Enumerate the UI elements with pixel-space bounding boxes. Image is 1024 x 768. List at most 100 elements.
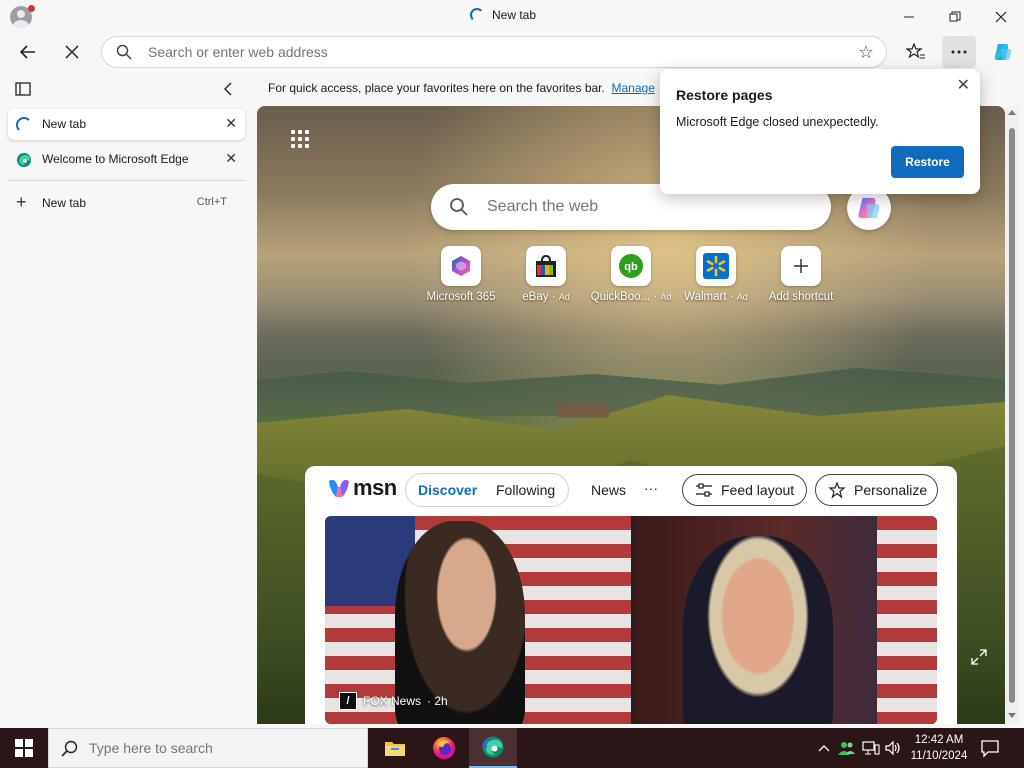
clock-date: 11/10/2024 xyxy=(910,750,968,762)
divider xyxy=(8,180,245,181)
manage-favorites-link[interactable]: Manage xyxy=(612,81,655,95)
shortcut-walmart[interactable]: Walmart · Ad xyxy=(673,246,759,308)
news-source: / FOX News · 2h xyxy=(339,692,448,710)
news-card[interactable]: / FOX News · 2h xyxy=(325,516,937,724)
file-explorer-taskbar-button[interactable] xyxy=(371,728,419,768)
msn-butterfly-icon xyxy=(329,479,349,497)
title-bar: New tab xyxy=(0,0,1024,33)
favorites-star-list-icon xyxy=(906,43,925,59)
vertical-tabs-sidebar: New tab ✕ Welcome to Microsoft Edge ✕ + … xyxy=(0,71,253,728)
back-button[interactable] xyxy=(11,36,45,68)
close-dialog-icon[interactable]: ✕ xyxy=(957,75,970,95)
taskbar-search-box[interactable] xyxy=(48,728,368,768)
new-tab-label: New tab xyxy=(42,196,87,210)
add-favorite-star-icon[interactable]: ☆ xyxy=(858,42,874,63)
quickbooks-icon: qb xyxy=(611,246,651,286)
minimize-button[interactable] xyxy=(886,0,932,33)
new-tab-page: Microsoft 365 eBay · Ad qb QuickBoo... ·… xyxy=(257,106,1005,724)
system-clock[interactable]: 12:42 AM 11/10/2024 xyxy=(906,732,972,764)
show-hidden-icons-chevron-icon[interactable] xyxy=(814,738,834,758)
shortcut-microsoft-365[interactable]: Microsoft 365 xyxy=(418,246,504,308)
network-icon[interactable] xyxy=(861,738,881,758)
firefox-icon xyxy=(433,737,455,759)
close-tab-icon[interactable]: ✕ xyxy=(225,115,237,132)
add-shortcut-button[interactable]: Add shortcut xyxy=(758,246,844,308)
copilot-icon xyxy=(858,197,880,219)
shortcut-label: Walmart · Ad xyxy=(684,291,748,303)
stop-loading-button[interactable] xyxy=(55,36,89,68)
shortcut-ebay[interactable]: eBay · Ad xyxy=(503,246,589,308)
page-scrollbar[interactable] xyxy=(1005,106,1019,724)
close-icon xyxy=(995,11,1007,22)
walmart-spark-icon xyxy=(696,246,736,286)
news-photo-right xyxy=(633,516,937,724)
more-dots-icon xyxy=(951,50,967,54)
tab-following[interactable]: Following xyxy=(496,482,555,498)
tab-new-tab[interactable]: New tab ✕ xyxy=(8,109,245,140)
back-arrow-icon xyxy=(19,45,35,59)
firefox-taskbar-button[interactable] xyxy=(420,728,468,768)
taskbar-search-input[interactable] xyxy=(89,729,359,767)
search-icon xyxy=(116,44,132,60)
address-bar[interactable]: ☆ xyxy=(101,36,887,68)
favorites-hint-text: For quick access, place your favorites h… xyxy=(268,81,605,95)
fox-news-logo-icon: / xyxy=(339,692,357,710)
edge-taskbar-button[interactable] xyxy=(469,728,517,768)
window-title: New tab xyxy=(492,8,537,22)
shortcut-label: eBay · Ad xyxy=(522,291,570,303)
close-tab-icon[interactable]: ✕ xyxy=(225,150,237,167)
shortcut-quickbooks[interactable]: qb QuickBoo... · Ad xyxy=(588,246,674,308)
feed-layout-label: Feed layout xyxy=(721,482,795,498)
more-topics-button[interactable]: ··· xyxy=(644,480,658,496)
copilot-toolbar-button[interactable] xyxy=(986,36,1020,68)
folder-icon xyxy=(385,742,405,756)
restore-button[interactable]: Restore xyxy=(891,146,964,178)
clock-time: 12:42 AM xyxy=(914,734,964,746)
minimize-icon xyxy=(904,16,914,17)
window-title-wrap: New tab xyxy=(470,8,536,22)
new-tab-button[interactable]: + New tab Ctrl+T xyxy=(8,189,245,217)
address-input[interactable] xyxy=(148,37,838,67)
app-launcher-grid-icon[interactable] xyxy=(291,130,311,150)
flag-image xyxy=(877,516,937,724)
expand-icon[interactable] xyxy=(971,649,987,665)
personalize-label: Personalize xyxy=(854,482,928,498)
shortcut-label: Microsoft 365 xyxy=(426,291,496,303)
tab-actions-icon[interactable] xyxy=(15,81,31,97)
feed-layout-button[interactable]: Feed layout xyxy=(682,474,807,506)
msn-logo[interactable]: msn xyxy=(327,475,397,501)
shortcut-label: Add shortcut xyxy=(768,291,834,303)
personalize-button[interactable]: Personalize xyxy=(815,474,938,506)
settings-more-button[interactable] xyxy=(942,36,976,68)
scroll-thumb[interactable] xyxy=(1009,128,1015,703)
personalize-star-icon xyxy=(828,481,846,499)
scroll-down-arrow-icon[interactable] xyxy=(1008,713,1016,718)
copilot-icon xyxy=(994,44,1012,60)
browser-toolbar: ☆ xyxy=(0,33,1024,71)
notification-center-icon[interactable] xyxy=(980,738,1000,758)
search-icon xyxy=(61,740,78,757)
restore-pages-dialog: Restore pages Microsoft Edge closed unex… xyxy=(660,69,980,194)
start-button[interactable] xyxy=(0,728,48,768)
tab-news[interactable]: News xyxy=(591,482,626,498)
windows-logo-icon xyxy=(15,739,33,757)
scroll-up-arrow-icon[interactable] xyxy=(1008,110,1016,115)
msn-brand-text: msn xyxy=(353,475,397,500)
edge-logo-icon xyxy=(482,736,504,758)
news-age: · 2h xyxy=(427,694,448,708)
shortcut-label: QuickBoo... · Ad xyxy=(590,291,672,303)
people-icon[interactable] xyxy=(837,738,857,758)
news-source-name: FOX News xyxy=(363,694,422,708)
edge-logo-icon xyxy=(17,153,31,167)
restore-button[interactable] xyxy=(932,0,978,33)
msn-feed: msn Discover Following News ··· Feed lay… xyxy=(305,466,957,724)
close-window-button[interactable] xyxy=(978,0,1024,33)
tab-welcome-edge[interactable]: Welcome to Microsoft Edge ✕ xyxy=(8,144,245,175)
tab-discover[interactable]: Discover xyxy=(418,482,477,498)
volume-icon[interactable] xyxy=(884,738,904,758)
tab-label: New tab xyxy=(42,117,87,131)
favorites-button[interactable] xyxy=(899,36,933,68)
collapse-sidebar-chevron-icon[interactable] xyxy=(221,81,237,97)
dialog-title: Restore pages xyxy=(676,87,773,103)
ebay-bag-icon xyxy=(526,246,566,286)
